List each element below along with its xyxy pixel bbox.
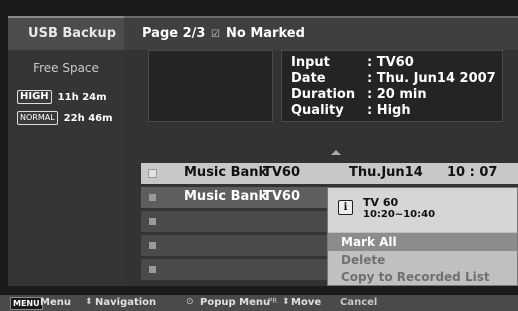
menu-item-mark-all[interactable]: Mark All bbox=[328, 233, 517, 251]
popup-time-range: 10:20~10:40 bbox=[363, 209, 436, 220]
info-duration: Duration: 20 min bbox=[291, 87, 427, 102]
quality-badge-high: HIGH bbox=[17, 90, 52, 104]
info-quality: Quality: High bbox=[291, 103, 411, 118]
footer-popup-label: Popup Menu bbox=[200, 297, 271, 308]
free-space-label: Free Space bbox=[33, 61, 99, 75]
usb-backup-screen: USB Backup Free Space HIGH 11h 24m NORMA… bbox=[0, 0, 518, 311]
row-channel: TV60 bbox=[263, 165, 301, 180]
menu-item-cancel[interactable]: Cancel bbox=[340, 297, 377, 308]
footer-menu-label: Menu bbox=[40, 297, 71, 308]
mode-row-normal: NORMAL 22h 46m bbox=[17, 110, 113, 126]
page-indicator: Page 2/3 bbox=[142, 26, 206, 41]
mark-status: No Marked bbox=[226, 26, 305, 41]
program-key-icon: PR bbox=[268, 297, 278, 305]
ok-button-icon: ⊙ bbox=[186, 297, 194, 307]
row-channel: TV60 bbox=[263, 189, 301, 204]
row-checkbox[interactable] bbox=[149, 218, 156, 225]
left-panel: USB Backup Free Space HIGH 11h 24m NORMA… bbox=[8, 16, 124, 286]
updown-icon: ⬍ bbox=[282, 297, 290, 307]
menu-item-delete[interactable]: Delete bbox=[328, 251, 517, 269]
mode-row-high: HIGH 11h 24m bbox=[17, 89, 107, 105]
info-icon: i bbox=[338, 200, 353, 215]
row-title: Music Bank bbox=[184, 189, 268, 204]
remaining-time-normal: 22h 46m bbox=[63, 112, 113, 124]
menu-key-badge: MENU bbox=[10, 297, 43, 310]
usb-backup-tab-label: USB Backup bbox=[28, 26, 116, 41]
info-date: Date: Thu. Jun14 2007 bbox=[291, 71, 496, 86]
scroll-up-arrow-icon[interactable] bbox=[331, 150, 341, 155]
recording-row[interactable]: Music Bank TV60 Thu.Jun14 10 : 07 bbox=[141, 163, 518, 184]
footer-navigation-label: Navigation bbox=[95, 297, 157, 308]
recording-info-box: Input: TV60 Date: Thu. Jun14 2007 Durati… bbox=[281, 50, 503, 122]
checkbox-icon: ☑ bbox=[211, 29, 220, 40]
preview-thumbnail bbox=[148, 50, 273, 122]
popup-menu: i TV 60 10:20~10:40 Mark All Delete Copy… bbox=[327, 187, 518, 286]
usb-backup-tab[interactable]: USB Backup bbox=[8, 16, 124, 50]
navigation-arrows-icon: ⬍ bbox=[85, 297, 93, 307]
row-checkbox[interactable] bbox=[148, 169, 157, 178]
remaining-time-high: 11h 24m bbox=[57, 91, 107, 103]
row-title: Music Bank bbox=[184, 165, 268, 180]
popup-header: i TV 60 10:20~10:40 bbox=[328, 188, 517, 232]
row-checkbox[interactable] bbox=[149, 266, 156, 273]
footer-move-label: Move bbox=[291, 297, 322, 308]
footer-help-bar: MENU Menu ⬍ Navigation ⊙ Popup Menu PR ⬍… bbox=[0, 295, 518, 311]
row-date: Thu.Jun14 bbox=[349, 165, 423, 180]
menu-item-copy-to-recorded-list[interactable]: Copy to Recorded List bbox=[328, 268, 517, 285]
quality-badge-normal: NORMAL bbox=[17, 111, 58, 125]
row-checkbox[interactable] bbox=[149, 194, 156, 201]
popup-channel: TV 60 bbox=[363, 196, 399, 209]
list-header: Page 2/3 ☑ No Marked bbox=[124, 16, 518, 50]
row-checkbox[interactable] bbox=[149, 242, 156, 249]
row-time: 10 : 07 bbox=[447, 165, 498, 180]
info-input: Input: TV60 bbox=[291, 55, 414, 70]
